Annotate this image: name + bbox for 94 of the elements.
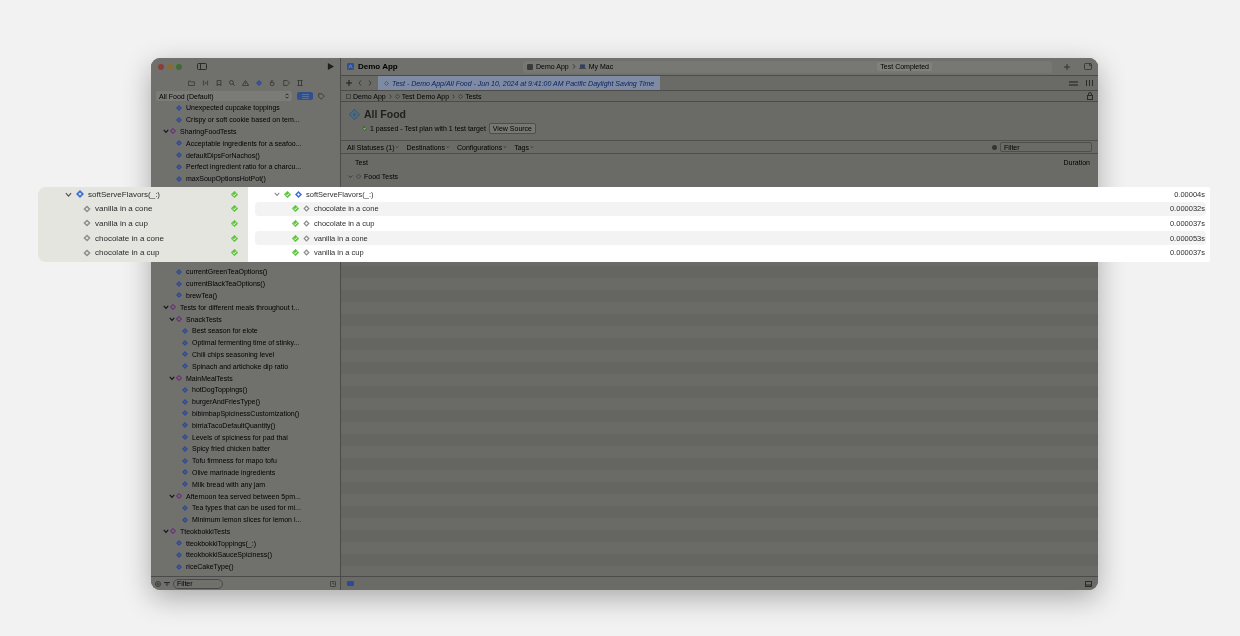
diamond-icon (176, 292, 182, 299)
diamond-icon (182, 327, 188, 334)
diamond-icon (182, 386, 188, 393)
list-icon (301, 93, 309, 99)
chevron-icon[interactable] (65, 190, 72, 198)
tag-icon[interactable] (283, 79, 290, 86)
diamond-icon (170, 128, 176, 135)
sidebar-toggle-icon[interactable] (197, 63, 207, 70)
diamond-icon (176, 104, 182, 111)
tree-item[interactable]: chocolate in a cup (95, 248, 160, 258)
chevron-right-icon (452, 93, 456, 99)
report-icon[interactable] (297, 79, 303, 86)
tree-item[interactable]: chocolate in a cone (95, 233, 164, 243)
app-icon (347, 63, 354, 70)
window-icon[interactable] (1084, 63, 1092, 70)
diamond-icon (182, 434, 188, 440)
report-title: All Food (364, 108, 406, 120)
chevron-icon[interactable] (169, 375, 175, 382)
tree-item[interactable]: vanilla in a cup (95, 219, 148, 228)
lines-icon[interactable] (1069, 80, 1078, 86)
diamond-icon (182, 363, 188, 370)
diamond-icon (458, 93, 464, 99)
diamond-icon (176, 540, 182, 547)
diamond-icon (83, 204, 91, 213)
diamond-icon (182, 481, 188, 488)
console-icon[interactable] (347, 581, 354, 586)
diamond-icon (182, 398, 188, 405)
tree-item[interactable]: vanilla in a cone (95, 204, 153, 214)
diamond-icon (176, 116, 182, 123)
chevron-icon[interactable] (348, 173, 353, 179)
chevron-icon[interactable] (169, 493, 175, 499)
diamond-icon (176, 280, 182, 287)
panel-icon[interactable] (1085, 580, 1092, 587)
chevron-icon[interactable] (163, 528, 169, 535)
chevron-icon[interactable] (274, 191, 280, 198)
diamond-icon (182, 422, 188, 429)
check-icon (362, 126, 367, 131)
folder-icon[interactable] (188, 79, 195, 86)
tree-item[interactable]: softServeFlavors(_:) (88, 189, 161, 199)
tag-icon[interactable] (318, 92, 325, 100)
diamond-icon (176, 152, 182, 159)
diamond-icon (176, 552, 182, 558)
diamond-icon (176, 163, 182, 170)
lock-icon[interactable] (1087, 92, 1093, 100)
chevron-icon[interactable] (163, 128, 169, 135)
back-icon[interactable] (358, 80, 362, 86)
diamond-icon (182, 410, 188, 417)
diamond-icon (176, 175, 182, 182)
filter-icon (992, 144, 997, 150)
diamond-icon (83, 248, 91, 257)
bookmark-icon[interactable] (216, 79, 222, 86)
zoom-button[interactable] (176, 63, 182, 70)
diamond-icon (83, 234, 91, 243)
diamond-icon (176, 493, 182, 499)
diamond-icon (182, 469, 188, 476)
project-title: Demo App (358, 62, 398, 71)
split-icon[interactable] (1086, 80, 1093, 86)
test-plan-icon (349, 108, 360, 120)
play-icon[interactable] (327, 63, 334, 70)
diamond-icon (182, 516, 188, 523)
diamond-icon (384, 80, 389, 86)
chevron-right-icon (388, 93, 392, 99)
laptop-icon (578, 64, 586, 69)
filter-icon (164, 581, 170, 586)
search-icon[interactable] (229, 79, 235, 86)
diamond-icon (176, 140, 182, 147)
diamond-icon (182, 504, 188, 511)
diamond-icon (182, 339, 188, 346)
diamond-icon (303, 205, 310, 213)
warning-icon[interactable] (242, 79, 249, 86)
diamond-icon (76, 190, 84, 199)
diamond-icon (295, 190, 302, 198)
diamond-icon[interactable] (256, 79, 262, 86)
list-button[interactable] (297, 92, 313, 100)
diamond-icon (303, 234, 310, 242)
chevron-right-icon (571, 64, 576, 69)
diamond-icon (176, 268, 182, 275)
diamond-icon (182, 445, 188, 452)
close-button[interactable] (158, 63, 164, 70)
diamond-icon (170, 528, 176, 535)
diamond-icon (303, 220, 310, 227)
diamond-icon (83, 219, 91, 228)
diamond-icon (176, 375, 182, 382)
forward-icon[interactable] (368, 80, 372, 86)
diamond-icon (176, 563, 182, 570)
chevron-icon[interactable] (163, 304, 169, 311)
diamond-icon (303, 249, 310, 257)
brackets-icon[interactable] (202, 79, 209, 86)
app-icon (527, 63, 533, 70)
app-icon (346, 93, 351, 99)
diamond-icon (394, 93, 400, 99)
diamond-icon (182, 351, 188, 358)
diamond-icon (182, 457, 188, 464)
chevron-icon[interactable] (169, 316, 175, 323)
